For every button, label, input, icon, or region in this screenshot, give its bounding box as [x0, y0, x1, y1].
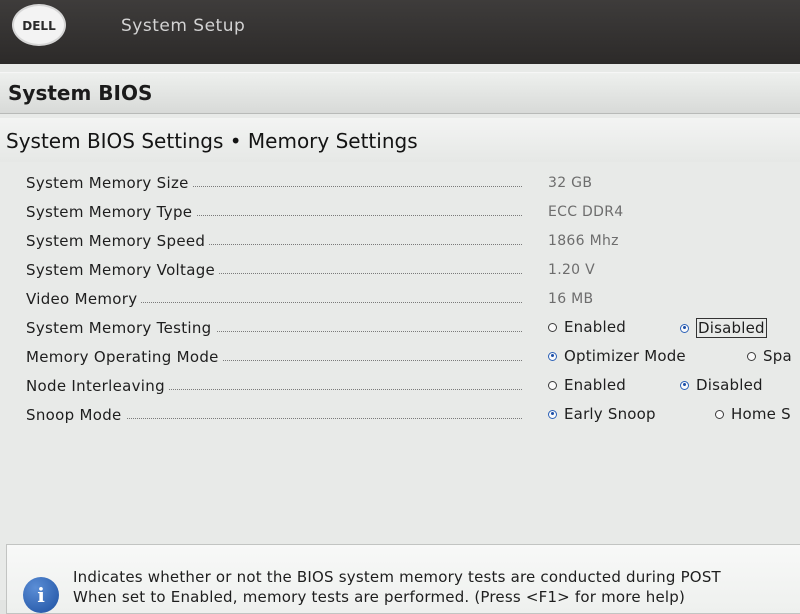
- section-header: System BIOS Settings • Memory Settings: [0, 118, 800, 162]
- setting-row-memory-speed: System Memory Speed 1866 Mhz: [0, 228, 800, 257]
- help-text: Indicates whether or not the BIOS system…: [73, 567, 800, 607]
- setting-value: 32 GB: [548, 175, 593, 191]
- memory-testing-disabled-radio[interactable]: Disabled: [680, 318, 767, 338]
- setting-label: System Memory Testing: [26, 319, 216, 337]
- help-panel: i Indicates whether or not the BIOS syst…: [6, 544, 800, 614]
- setting-label: System Memory Size: [26, 174, 193, 192]
- setting-row-memory-operating-mode: Memory Operating Mode Optimizer Mode Spa: [0, 344, 800, 373]
- help-line-1: Indicates whether or not the BIOS system…: [73, 568, 721, 586]
- page-title: System BIOS: [8, 81, 153, 105]
- early-snoop-radio[interactable]: Early Snoop: [548, 405, 656, 423]
- node-interleaving-enabled-radio[interactable]: Enabled: [548, 376, 626, 394]
- settings-list: System Memory Size 32 GB System Memory T…: [0, 170, 800, 431]
- app-title: System Setup: [121, 16, 246, 36]
- radio-label: Spa: [763, 347, 792, 365]
- setting-label: System Memory Voltage: [26, 261, 220, 279]
- radio-selected-icon: [680, 380, 689, 390]
- radio-unselected-icon: [715, 409, 724, 419]
- setting-value: 1.20 V: [548, 262, 595, 278]
- setting-row-memory-size: System Memory Size 32 GB: [0, 170, 800, 199]
- setting-row-video-memory: Video Memory 16 MB: [0, 286, 800, 315]
- radio-label: Enabled: [564, 318, 627, 336]
- radio-label: Early Snoop: [564, 405, 656, 423]
- dell-logo: DELL: [12, 4, 66, 46]
- setting-row-memory-type: System Memory Type ECC DDR4: [0, 199, 800, 228]
- main-panel: System BIOS System BIOS Settings • Memor…: [0, 64, 800, 614]
- setting-label: Memory Operating Mode: [26, 348, 223, 366]
- info-icon: i: [23, 577, 59, 613]
- spare-mode-radio[interactable]: Spa: [747, 347, 792, 365]
- radio-unselected-icon: [548, 322, 557, 332]
- node-interleaving-disabled-radio[interactable]: Disabled: [680, 376, 763, 394]
- radio-label: Disabled: [696, 376, 763, 394]
- optimizer-mode-radio[interactable]: Optimizer Mode: [548, 347, 686, 365]
- radio-selected-icon: [548, 409, 557, 419]
- setting-label: Node Interleaving: [26, 377, 169, 395]
- dell-logo-text: DELL: [22, 19, 56, 33]
- help-line-2: When set to Enabled, memory tests are pe…: [73, 588, 686, 606]
- setting-label: Snoop Mode: [26, 406, 126, 424]
- radio-label: Disabled: [696, 318, 767, 338]
- top-bar: DELL System Setup: [0, 0, 800, 64]
- page-header: System BIOS: [0, 72, 800, 114]
- setting-value: 1866 Mhz: [548, 233, 619, 249]
- setting-value: 16 MB: [548, 291, 594, 307]
- memory-testing-enabled-radio[interactable]: Enabled: [548, 318, 626, 336]
- radio-label: Enabled: [564, 376, 627, 394]
- radio-label: Home S: [731, 405, 791, 423]
- home-snoop-radio[interactable]: Home S: [715, 405, 791, 423]
- radio-selected-icon: [548, 351, 557, 361]
- radio-unselected-icon: [548, 380, 557, 390]
- setting-label: System Memory Speed: [26, 232, 210, 250]
- radio-label: Optimizer Mode: [564, 347, 686, 365]
- setting-row-memory-testing: System Memory Testing Enabled Disabled: [0, 315, 800, 344]
- setting-row-memory-voltage: System Memory Voltage 1.20 V: [0, 257, 800, 286]
- setting-value: ECC DDR4: [548, 204, 624, 220]
- setting-row-node-interleaving: Node Interleaving Enabled Disabled: [0, 373, 800, 402]
- setting-row-snoop-mode: Snoop Mode Early Snoop Home S: [0, 402, 800, 431]
- radio-selected-icon: [680, 323, 689, 333]
- setting-label: Video Memory: [26, 290, 142, 308]
- breadcrumb: System BIOS Settings • Memory Settings: [6, 129, 418, 153]
- setting-label: System Memory Type: [26, 203, 197, 221]
- radio-unselected-icon: [747, 351, 756, 361]
